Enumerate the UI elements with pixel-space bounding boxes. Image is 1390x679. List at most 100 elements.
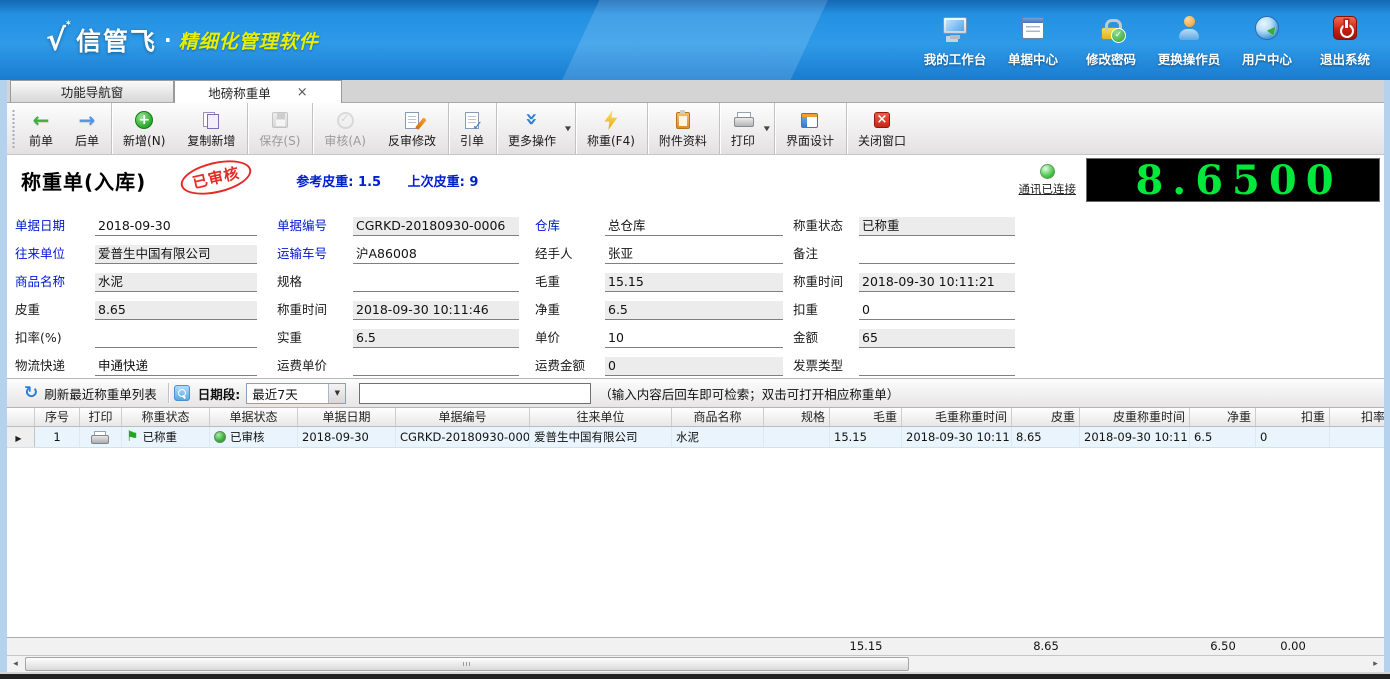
field-input[interactable]: 65 xyxy=(859,329,1015,348)
field-input[interactable]: CGRKD-20180930-0006 xyxy=(353,217,519,236)
toolbar-button[interactable]: 前单 xyxy=(18,103,64,154)
header-nav-button[interactable]: 用户中心 xyxy=(1228,6,1306,74)
total-cell xyxy=(1080,638,1190,655)
refresh-list-button[interactable]: 刷新最近称重单列表 xyxy=(18,384,163,403)
grid-header-cell[interactable]: 毛重称重时间 xyxy=(902,408,1012,426)
field-input[interactable] xyxy=(859,357,1015,376)
header-nav-button[interactable]: 修改密码 xyxy=(1072,6,1150,74)
date-range-select[interactable]: 最近7天 xyxy=(246,382,347,404)
grid-header-cell[interactable]: 净重 xyxy=(1190,408,1256,426)
grid-header-cell[interactable]: 序号 xyxy=(35,408,80,426)
total-cell xyxy=(902,638,1012,655)
toolbar-button[interactable]: 附件资料 xyxy=(646,103,718,154)
design-icon xyxy=(801,112,819,128)
field-input[interactable]: 0 xyxy=(859,301,1015,320)
scrollbar-thumb[interactable] xyxy=(25,657,909,671)
toolbar-button-label: 复制新增 xyxy=(187,133,236,148)
field-input[interactable]: 申通快递 xyxy=(95,357,257,376)
header-nav-button[interactable]: 更换操作员 xyxy=(1150,6,1228,74)
field-input[interactable]: 沪A86008 xyxy=(353,245,519,264)
toolbar-button-label: 保存(S) xyxy=(259,133,301,148)
doccenter-icon xyxy=(1022,17,1044,39)
field-input[interactable]: 爱普生中国有限公司 xyxy=(95,245,257,264)
field-label: 规格 xyxy=(277,274,303,289)
grid-header-cell[interactable] xyxy=(7,408,35,426)
weighing-list-grid: 序号 打印 称重状态 单据状态 单据日期 单据编号 往来单位 商品名称 规格 毛… xyxy=(7,408,1384,672)
toolbar-button[interactable]: 称重(F4) xyxy=(575,103,646,154)
field-input[interactable]: 张亚 xyxy=(605,245,783,264)
field-label: 金额 xyxy=(793,330,819,345)
grid-header-cell[interactable]: 往来单位 xyxy=(530,408,672,426)
toolbar-button[interactable]: 复制新增 xyxy=(176,103,246,154)
row-cell xyxy=(7,427,35,447)
grid-header-cell[interactable]: 扣重 xyxy=(1256,408,1330,426)
field-input[interactable] xyxy=(95,329,257,348)
tab-weighbridge[interactable]: 地磅称重单 × xyxy=(174,80,342,103)
scroll-right-icon[interactable] xyxy=(1367,656,1384,672)
toolbar-button[interactable]: 界面设计 xyxy=(773,103,845,154)
search-hint: （输入内容后回车即可检索；双击可打开相应称重单） xyxy=(599,386,900,402)
chevron-down-icon[interactable] xyxy=(328,383,346,403)
grid-header-cell[interactable]: 商品名称 xyxy=(672,408,764,426)
toolbar-button[interactable]: 审核(A) xyxy=(312,103,377,154)
grid-header-cell[interactable]: 皮重称重时间 xyxy=(1080,408,1190,426)
header-nav-button[interactable]: 我的工作台 xyxy=(916,6,994,74)
grid-header-cell[interactable]: 单据日期 xyxy=(298,408,396,426)
search-input[interactable] xyxy=(359,382,592,404)
toolbar-button[interactable]: 引单 xyxy=(447,103,495,154)
search-icon xyxy=(173,385,190,401)
header-nav-button[interactable]: 单据中心 xyxy=(994,6,1072,74)
field-input[interactable]: 6.5 xyxy=(353,329,519,348)
field-input[interactable] xyxy=(353,273,519,292)
field-input[interactable]: 已称重 xyxy=(859,217,1015,236)
total-cell xyxy=(764,638,830,655)
grid-header-cell[interactable]: 打印 xyxy=(80,408,122,426)
field-label: 毛重 xyxy=(535,274,561,289)
toolbar-button[interactable]: 关闭窗口 xyxy=(845,103,917,154)
toolbar-button[interactable]: 更多操作 xyxy=(495,103,574,154)
field-input[interactable]: 10 xyxy=(605,329,783,348)
grid-header-cell[interactable]: 皮重 xyxy=(1012,408,1080,426)
field-input[interactable]: 15.15 xyxy=(605,273,783,292)
grid-header-cell[interactable]: 单据编号 xyxy=(396,408,530,426)
connection-status[interactable]: 通讯已连接 xyxy=(1019,163,1076,197)
field-input[interactable]: 6.5 xyxy=(605,301,783,320)
field-input[interactable] xyxy=(859,245,1015,264)
toolbar-button[interactable]: 新增(N) xyxy=(111,103,176,154)
toolbar-grip[interactable] xyxy=(11,109,16,148)
field-input[interactable] xyxy=(353,357,519,376)
grid-header-cell[interactable]: 毛重 xyxy=(830,408,902,426)
toolbar-button-label: 关闭窗口 xyxy=(857,133,906,148)
close-icon[interactable]: × xyxy=(297,86,308,99)
header-nav-button[interactable]: 退出系统 xyxy=(1306,6,1384,74)
toolbar-button-label: 称重(F4) xyxy=(587,133,635,148)
total-cell: 8.65 xyxy=(1033,639,1059,653)
scroll-left-icon[interactable] xyxy=(7,656,24,672)
field-input[interactable]: 0 xyxy=(605,357,783,376)
total-cell: 15.15 xyxy=(849,639,883,653)
weighing-form: 单据日期 2018-09-30 单据编号 CGRKD-20180930-0006… xyxy=(7,205,1384,378)
grid-header-cell[interactable]: 单据状态 xyxy=(210,408,298,426)
dropdown-caret-icon[interactable] xyxy=(764,124,770,133)
table-row[interactable]: 1 已称重 已审核 xyxy=(7,427,1384,448)
field-input[interactable]: 总仓库 xyxy=(605,217,783,236)
toolbar-button[interactable]: 反审修改 xyxy=(377,103,447,154)
field-input[interactable]: 8.65 xyxy=(95,301,257,320)
field-input[interactable]: 2018-09-30 xyxy=(95,217,257,236)
field-input[interactable]: 2018-09-30 10:11:21 xyxy=(859,273,1015,292)
field-input[interactable]: 水泥 xyxy=(95,273,257,292)
grid-header-cell[interactable]: 称重状态 xyxy=(122,408,210,426)
grid-header-cell[interactable]: 规格 xyxy=(764,408,830,426)
toolbar-button[interactable]: 后单 xyxy=(64,103,110,154)
toolbar-button[interactable]: 保存(S) xyxy=(247,103,311,154)
dropdown-caret-icon[interactable] xyxy=(565,124,571,133)
toolbar-button[interactable]: 打印 xyxy=(718,103,773,154)
total-cell xyxy=(7,638,35,655)
document-header: 称重单(入库) 已审核 参考皮重: 1.5 上次皮重: 9 通讯已连接 8.65… xyxy=(7,153,1384,205)
field-label: 运输车号 xyxy=(277,246,328,261)
more-icon xyxy=(525,111,539,129)
field-input[interactable]: 2018-09-30 10:11:46 xyxy=(353,301,519,320)
grid-header-cell[interactable]: 扣率 xyxy=(1330,408,1384,426)
total-cell xyxy=(80,638,122,655)
tab-function-nav[interactable]: 功能导航窗 xyxy=(10,80,174,102)
